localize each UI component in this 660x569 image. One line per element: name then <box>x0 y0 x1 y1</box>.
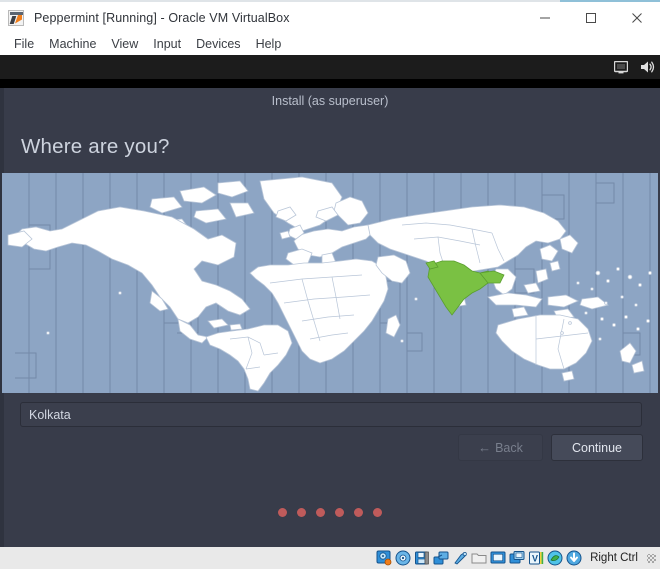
vm-screen-letterbox <box>0 79 660 88</box>
installer-header: Install (as superuser) <box>0 88 660 114</box>
window-title: Peppermint [Running] - Oracle VM Virtual… <box>34 10 290 25</box>
menu-item-devices[interactable]: Devices <box>189 35 248 53</box>
window-top-edge-right <box>560 0 660 2</box>
window-controls <box>522 3 660 32</box>
location-input[interactable] <box>20 402 642 427</box>
status-bar-icons: V Right Ctrl <box>376 550 656 566</box>
resize-grip-icon[interactable] <box>647 553 656 563</box>
shared-folder-icon[interactable] <box>471 550 488 566</box>
timezone-map[interactable] <box>2 173 658 393</box>
vm-toolbar <box>0 55 660 79</box>
continue-button[interactable]: Continue <box>551 434 643 461</box>
menu-item-machine[interactable]: Machine <box>42 35 104 53</box>
title-bar[interactable]: Peppermint [Running] - Oracle VM Virtual… <box>0 3 660 32</box>
hard-disk-icon[interactable] <box>376 550 393 566</box>
mouse-integration-icon[interactable] <box>547 550 564 566</box>
display-capture-icon[interactable] <box>490 550 507 566</box>
virtualbox-window: Peppermint [Running] - Oracle VM Virtual… <box>0 0 660 569</box>
page-title: Where are you? <box>21 135 170 158</box>
virtualization-icon[interactable]: V <box>528 550 545 566</box>
menu-item-input[interactable]: Input <box>146 35 189 53</box>
host-key-label: Right Ctrl <box>590 552 638 564</box>
progress-dot[interactable] <box>335 507 344 517</box>
svg-text:V: V <box>532 554 538 564</box>
volume-icon[interactable] <box>634 55 660 79</box>
menu-item-view[interactable]: View <box>104 35 146 53</box>
window-top-edge-left <box>0 0 560 2</box>
installer-header-title: Install (as superuser) <box>271 94 389 108</box>
status-bar: V Right Ctrl <box>0 547 660 569</box>
arrow-left-icon: ← <box>478 440 492 455</box>
video-capture-icon[interactable] <box>509 550 526 566</box>
back-button-label: Back <box>495 440 523 455</box>
network-icon[interactable] <box>433 550 450 566</box>
menu-item-file[interactable]: File <box>7 35 42 53</box>
peppermint-icon <box>8 9 24 26</box>
close-icon[interactable] <box>614 3 660 32</box>
installer-button-row: ← Back Continue <box>0 434 660 464</box>
menu-bar: File Machine View Input Devices Help <box>0 32 660 55</box>
progress-dot[interactable] <box>373 507 382 517</box>
optical-disk-icon[interactable] <box>395 550 412 566</box>
display-icon[interactable] <box>608 55 634 79</box>
progress-dots <box>0 503 660 521</box>
menu-item-help[interactable]: Help <box>249 35 290 53</box>
usb-icon[interactable] <box>452 550 469 566</box>
progress-dot[interactable] <box>316 507 325 517</box>
minimize-icon[interactable] <box>522 3 568 32</box>
back-button[interactable]: ← Back <box>458 434 543 461</box>
installer-screen: Install (as superuser) Where are you? Ko… <box>0 88 660 547</box>
progress-dot[interactable] <box>278 507 287 517</box>
timezone-map-svg <box>2 173 658 393</box>
floppy-disk-icon[interactable] <box>414 550 431 566</box>
progress-dot[interactable] <box>354 507 363 517</box>
continue-button-label: Continue <box>571 440 623 455</box>
maximize-icon[interactable] <box>568 3 614 32</box>
guest-additions-icon[interactable] <box>566 550 583 566</box>
progress-dot[interactable] <box>297 507 306 517</box>
